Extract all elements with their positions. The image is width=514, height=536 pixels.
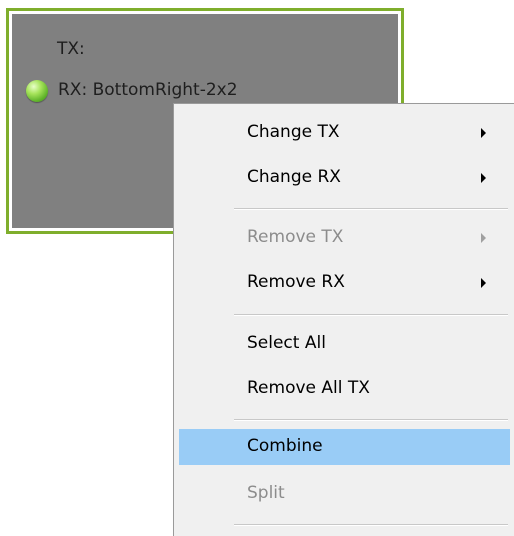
menu-item-change-tx[interactable]: Change TX: [179, 115, 510, 151]
menu-separator: [234, 524, 508, 526]
menu-item-label: Combine: [247, 436, 323, 456]
menu-item-label: Select All: [247, 333, 326, 353]
rx-label: RX: BottomRight-2x2: [58, 80, 238, 100]
menu-item-combine[interactable]: Combine: [179, 429, 510, 465]
menu-item-remove-rx[interactable]: Remove RX: [179, 265, 510, 301]
menu-item-label: Change RX: [247, 167, 341, 187]
menu-item-label: Remove TX: [247, 227, 344, 247]
menu-item-change-rx[interactable]: Change RX: [179, 160, 510, 196]
submenu-arrow-icon: [481, 233, 486, 243]
menu-item-label: Change TX: [247, 122, 340, 142]
screen: TX: RX: BottomRight-2x2 Change TX Change…: [0, 0, 514, 536]
submenu-arrow-icon: [481, 173, 486, 183]
menu-item-label: Split: [247, 483, 285, 503]
menu-separator: [234, 314, 508, 316]
tx-label: TX:: [57, 39, 85, 59]
menu-item-split[interactable]: Split: [179, 476, 510, 512]
submenu-arrow-icon: [481, 128, 486, 138]
submenu-arrow-icon: [481, 278, 486, 288]
context-menu: Change TX Change RX Remove TX Remove RX …: [173, 103, 514, 536]
menu-item-select-all[interactable]: Select All: [179, 326, 510, 362]
menu-separator: [234, 208, 508, 210]
status-indicator-icon: [26, 80, 48, 102]
menu-separator: [234, 419, 508, 421]
menu-item-label: Remove RX: [247, 272, 345, 292]
menu-item-remove-tx[interactable]: Remove TX: [179, 220, 510, 256]
menu-item-label: Remove All TX: [247, 378, 370, 398]
menu-item-remove-all-tx[interactable]: Remove All TX: [179, 371, 510, 407]
